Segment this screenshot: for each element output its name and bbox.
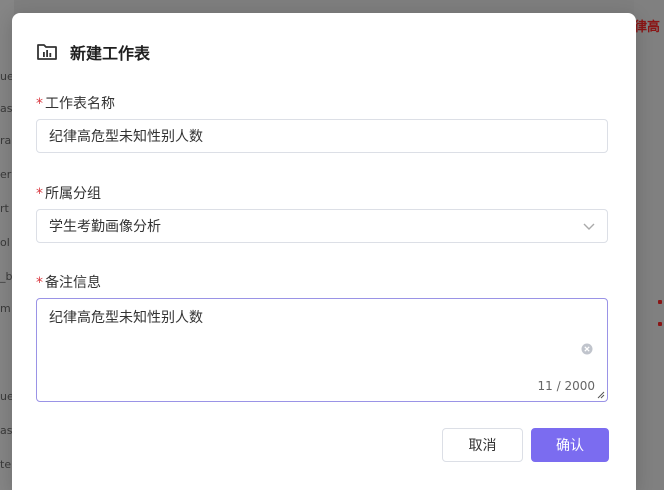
background-text: ue [0,70,12,83]
required-asterisk: * [36,186,43,202]
background-text: 律高 [634,20,661,35]
worksheet-name-value: 纪律高危型未知性别人数 [49,129,203,145]
group-label: * 所属分组 [36,183,101,203]
group-select-value: 学生考勤画像分析 [49,219,161,235]
remark-label: * 备注信息 [36,272,101,292]
group-select[interactable]: 学生考勤画像分析 [36,209,608,243]
background-text: as [0,424,12,437]
resize-handle-icon[interactable] [597,391,605,399]
cancel-button[interactable]: 取消 [442,428,523,462]
background-text: er [0,168,12,181]
dialog-title: 新建工作表 [70,44,151,63]
background-right-column [634,0,664,490]
background-text: ue [0,390,12,403]
confirm-button[interactable]: 确认 [531,428,609,462]
required-asterisk: * [36,96,43,112]
background-text: m [0,302,11,315]
background-text: ol [0,236,10,249]
worksheet-name-input[interactable]: 纪律高危型未知性别人数 [36,119,608,153]
background-text: te [0,458,12,471]
chevron-down-icon [583,223,595,230]
dialog-header: 新建工作表 [36,41,150,63]
character-counter: 11 / 2000 [537,379,595,393]
background-text: as [0,102,12,115]
background-marker [658,322,662,326]
remark-label-text: 备注信息 [45,275,101,291]
remark-value: 纪律高危型未知性别人数 [49,310,203,326]
background-text: rt [0,202,9,215]
clear-icon[interactable] [581,343,593,355]
required-asterisk: * [36,275,43,291]
remark-textarea[interactable]: 纪律高危型未知性别人数 11 / 2000 [36,298,608,402]
new-worksheet-dialog: 新建工作表 * 工作表名称 纪律高危型未知性别人数 * 所属分组 学生考勤画像分析 … [12,13,636,490]
background-text: _b [0,270,12,283]
folder-chart-icon [37,44,57,60]
background-marker [658,300,662,304]
background-text: ra [0,134,12,147]
group-label-text: 所属分组 [45,186,101,202]
worksheet-name-label: * 工作表名称 [36,93,115,113]
worksheet-name-label-text: 工作表名称 [45,96,115,112]
